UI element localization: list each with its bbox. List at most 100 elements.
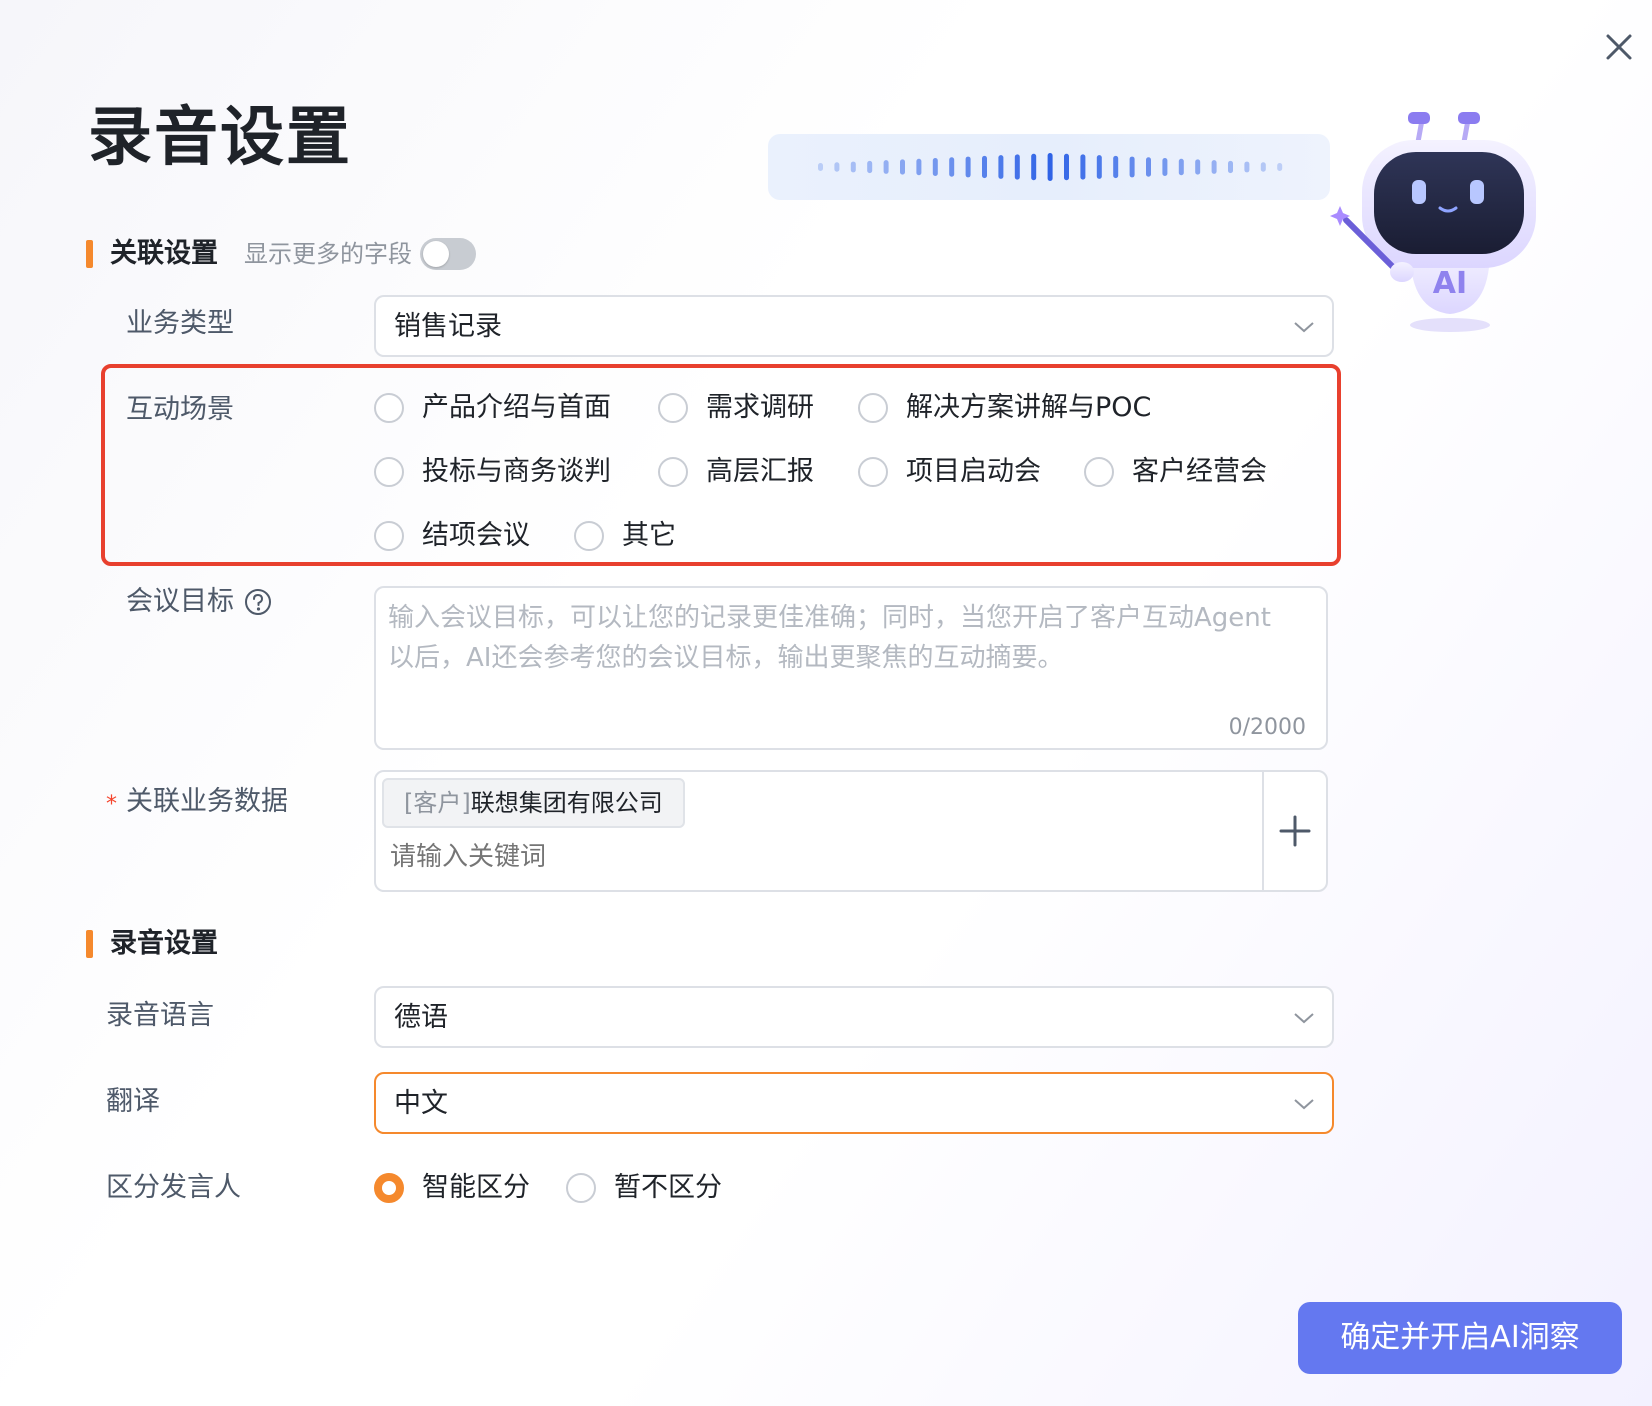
association-section-title: 关联设置: [110, 238, 218, 269]
wave-bar: [850, 161, 856, 173]
radio-circle: [1084, 457, 1114, 487]
radio-label: 客户经营会: [1132, 456, 1267, 487]
wave-bar: [1195, 159, 1201, 175]
translate-select[interactable]: 中文: [374, 1072, 1334, 1134]
wave-bar: [1113, 155, 1119, 179]
scene-label: 互动场景: [126, 394, 234, 425]
goal-char-counter: 0/2000: [1228, 715, 1306, 740]
toggle-knob: [423, 241, 449, 267]
wave-bar: [1047, 153, 1053, 181]
wave-bar: [1146, 157, 1151, 177]
wave-bar: [949, 157, 955, 177]
close-icon: [1606, 34, 1632, 60]
radio-label: 智能区分: [422, 1172, 530, 1203]
radio-label: 结项会议: [422, 520, 530, 551]
business-type-label: 业务类型: [126, 308, 234, 339]
customer-tag[interactable]: [客户]联想集团有限公司: [382, 778, 685, 828]
radio-circle-selected: [374, 1173, 404, 1203]
radio-label: 产品介绍与首面: [422, 392, 611, 423]
radio-circle: [374, 521, 404, 551]
business-type-value: 销售记录: [394, 311, 502, 342]
wave-bar: [1031, 153, 1037, 181]
chevron-down-icon: [1294, 322, 1314, 333]
chevron-down-icon: [1294, 1099, 1314, 1110]
more-fields-hint: 显示更多的字段: [244, 240, 412, 268]
wave-bar: [1014, 154, 1020, 180]
plus-icon: [1279, 815, 1311, 847]
required-mark: *: [106, 792, 117, 817]
speaker-label: 区分发言人: [106, 1172, 241, 1203]
scene-option-other[interactable]: 其它: [574, 518, 714, 558]
wave-bar: [834, 162, 840, 172]
wave-bar: [1064, 153, 1069, 181]
keyword-input[interactable]: [390, 838, 1190, 876]
confirm-start-ai-button[interactable]: 确定并开启AI洞察: [1298, 1302, 1622, 1374]
language-value: 德语: [394, 1002, 448, 1033]
scene-option-account-meeting[interactable]: 客户经营会: [1084, 454, 1284, 494]
wave-bar: [982, 155, 987, 179]
related-data-label: 关联业务数据: [126, 786, 288, 817]
scene-option-bidding[interactable]: 投标与商务谈判: [374, 454, 634, 494]
page-title: 录音设置: [88, 101, 352, 175]
wave-bar: [867, 160, 873, 174]
wave-bar: [1096, 155, 1102, 179]
scene-option-kickoff[interactable]: 项目启动会: [858, 454, 1058, 494]
radio-circle: [374, 457, 404, 487]
scene-option-closing[interactable]: 结项会议: [374, 518, 554, 558]
wave-bar: [1260, 162, 1266, 172]
wave-bar: [1228, 160, 1233, 174]
radio-circle: [374, 393, 404, 423]
wave-bar: [1277, 163, 1283, 171]
wave-bar: [900, 159, 905, 175]
recording-section-title: 录音设置: [110, 928, 218, 959]
translate-label: 翻译: [106, 1086, 160, 1117]
robot-icon: AI: [1330, 112, 1536, 332]
scene-option-executive-report[interactable]: 高层汇报: [658, 454, 838, 494]
scene-option-product-intro[interactable]: 产品介绍与首面: [374, 390, 634, 430]
speaker-option-none[interactable]: 暂不区分: [566, 1170, 736, 1210]
language-select[interactable]: 德语: [374, 986, 1334, 1048]
wave-bar: [818, 163, 823, 171]
business-type-select[interactable]: 销售记录: [374, 295, 1334, 357]
wave-bar: [1178, 158, 1184, 176]
svg-text:AI: AI: [1433, 266, 1467, 301]
radio-label: 其它: [622, 520, 676, 551]
wave-bar: [1129, 156, 1135, 178]
radio-circle: [858, 393, 888, 423]
translate-value: 中文: [394, 1088, 448, 1119]
wave-bar: [965, 156, 971, 178]
radio-label: 解决方案讲解与POC: [906, 392, 1152, 423]
section-marker: [86, 930, 93, 958]
related-data-field[interactable]: [客户]联想集团有限公司: [374, 770, 1328, 892]
goal-label: 会议目标: [126, 586, 234, 617]
chevron-down-icon: [1294, 1013, 1314, 1024]
wave-bar: [916, 158, 922, 176]
speaker-option-smart[interactable]: 智能区分: [374, 1170, 544, 1210]
ai-robot-mascot: AI: [1318, 110, 1548, 340]
waveform-banner: [768, 134, 1330, 200]
radio-label: 需求调研: [706, 392, 814, 423]
section-marker: [86, 240, 93, 268]
more-fields-toggle[interactable]: [420, 238, 476, 270]
radio-label: 暂不区分: [614, 1172, 722, 1203]
radio-circle: [658, 393, 688, 423]
goal-textarea[interactable]: 输入会议目标，可以让您的记录更佳准确；同时，当您开启了客户互动Agent以后，A…: [374, 586, 1328, 750]
tag-name: 联想集团有限公司: [470, 789, 663, 817]
radio-label: 投标与商务谈判: [422, 456, 611, 487]
waveform-icon: [818, 153, 1283, 181]
goal-placeholder: 输入会议目标，可以让您的记录更佳准确；同时，当您开启了客户互动Agent以后，A…: [388, 603, 1271, 673]
scene-option-requirements[interactable]: 需求调研: [658, 390, 838, 430]
radio-circle: [574, 521, 604, 551]
wave-bar: [1244, 161, 1250, 173]
language-label: 录音语言: [106, 1000, 214, 1031]
wave-bar: [1080, 154, 1086, 180]
close-button[interactable]: [1600, 28, 1638, 66]
help-icon[interactable]: [244, 588, 272, 616]
wave-bar: [932, 158, 938, 176]
scene-option-solution-poc[interactable]: 解决方案讲解与POC: [858, 390, 1178, 430]
radio-circle: [658, 457, 688, 487]
radio-circle: [566, 1173, 596, 1203]
wave-bar: [883, 160, 889, 174]
wave-bar: [998, 155, 1004, 179]
add-related-button[interactable]: [1264, 772, 1326, 890]
